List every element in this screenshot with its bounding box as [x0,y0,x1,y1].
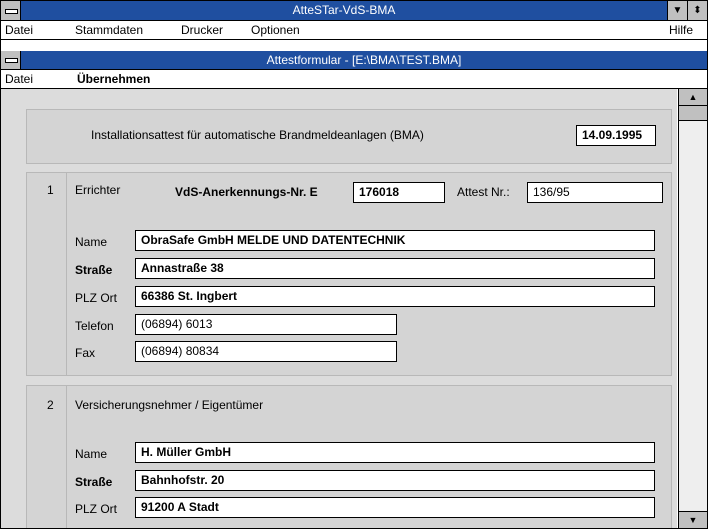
city-label: PLZ Ort [75,291,118,305]
app-title: AtteSTar-VdS-BMA [292,3,396,17]
minimize-button[interactable]: ▼ [667,1,687,20]
section-divider [66,173,67,375]
menu-datei[interactable]: Datei [5,23,33,37]
document-title-bar[interactable]: Attestformular - [E:\BMA\TEST.BMA] [1,51,707,70]
attest-form: Installationsattest für automatische Bra… [1,89,677,528]
street-label: Straße [75,263,113,277]
errichter-city-field[interactable]: 66386 St. Ingbert [135,286,655,307]
owner-street-field[interactable]: Bahnhofstr. 20 [135,470,655,491]
app-title-bar[interactable]: AtteSTar-VdS-BMA ▼ ⬍ [1,1,707,21]
main-window: AtteSTar-VdS-BMA ▼ ⬍ Datei Stammdaten Dr… [0,0,708,529]
document-system-menu-button[interactable] [1,51,21,69]
fax-label: Fax [75,346,96,360]
scroll-up-button[interactable]: ▲ [679,89,707,106]
vds-number-field[interactable]: 176018 [353,182,445,203]
document-title: Attestformular - [E:\BMA\TEST.BMA] [266,53,462,67]
section-1-panel: 1 Errichter VdS-Anerkennungs-Nr. E 17601… [26,172,672,376]
arrow-updown-icon: ⬍ [693,5,702,16]
phone-label: Telefon [75,319,114,333]
doc-menu-datei[interactable]: Datei [5,72,33,86]
menu-stammdaten[interactable]: Stammdaten [75,23,143,37]
name-label: Name [75,235,108,249]
errichter-street-field[interactable]: Annastraße 38 [135,258,655,279]
scroll-down-button[interactable]: ▼ [679,511,707,528]
errichter-fax-field[interactable]: (06894) 80834 [135,341,397,362]
section-number: 2 [47,398,54,412]
app-menu-bar: Datei Stammdaten Drucker Optionen Hilfe [1,21,707,40]
arrow-down-icon: ▼ [672,5,683,16]
arrow-up-icon: ▲ [688,92,698,102]
street-value: Bahnhofstr. 20 [141,473,225,487]
name-label: Name [75,447,108,461]
date-field[interactable]: 14.09.1995 [576,125,656,146]
doc-menu-uebernehmen[interactable]: Übernehmen [77,72,150,86]
scroll-thumb[interactable] [679,106,707,121]
section-2-panel: 2 Versicherungsnehmer / Eigentümer Name … [26,385,672,528]
street-label: Straße [75,475,113,489]
menu-drucker[interactable]: Drucker [181,23,223,37]
minus-icon [5,9,18,14]
owner-label-text: Versicherungsnehmer / Eigentümer [75,398,264,412]
errichter-name-field[interactable]: ObraSafe GmbH MELDE UND DATENTECHNIK [135,230,655,251]
owner-label: Versicherungsnehmer / Eigentümer [75,398,263,412]
menu-optionen[interactable]: Optionen [251,23,300,37]
system-menu-button[interactable] [1,1,21,20]
menu-hilfe[interactable]: Hilfe [669,23,693,37]
vertical-scrollbar[interactable]: ▲ ▼ [678,89,707,528]
form-heading: Installationsattest für automatische Bra… [91,128,424,142]
minus-icon [5,58,18,63]
arrow-down-icon: ▼ [688,515,698,525]
attest-label: Attest Nr.: [457,185,510,199]
vds-label: VdS-Anerkennungs-Nr. E [175,185,318,199]
errichter-label: Errichter [75,183,121,197]
heading-panel: Installationsattest für automatische Bra… [26,109,672,164]
city-label: PLZ Ort [75,502,118,516]
errichter-phone-field[interactable]: (06894) 6013 [135,314,397,335]
section-number: 1 [47,183,54,197]
owner-name-field[interactable]: H. Müller GmbH [135,442,655,463]
attest-number-field[interactable]: 136/95 [527,182,663,203]
street-value: Annastraße 38 [141,261,224,275]
restore-button[interactable]: ⬍ [687,1,707,20]
document-menu-bar: Datei Übernehmen [1,70,707,89]
owner-city-field[interactable]: 91200 A Stadt [135,497,655,518]
section-divider [66,386,67,528]
